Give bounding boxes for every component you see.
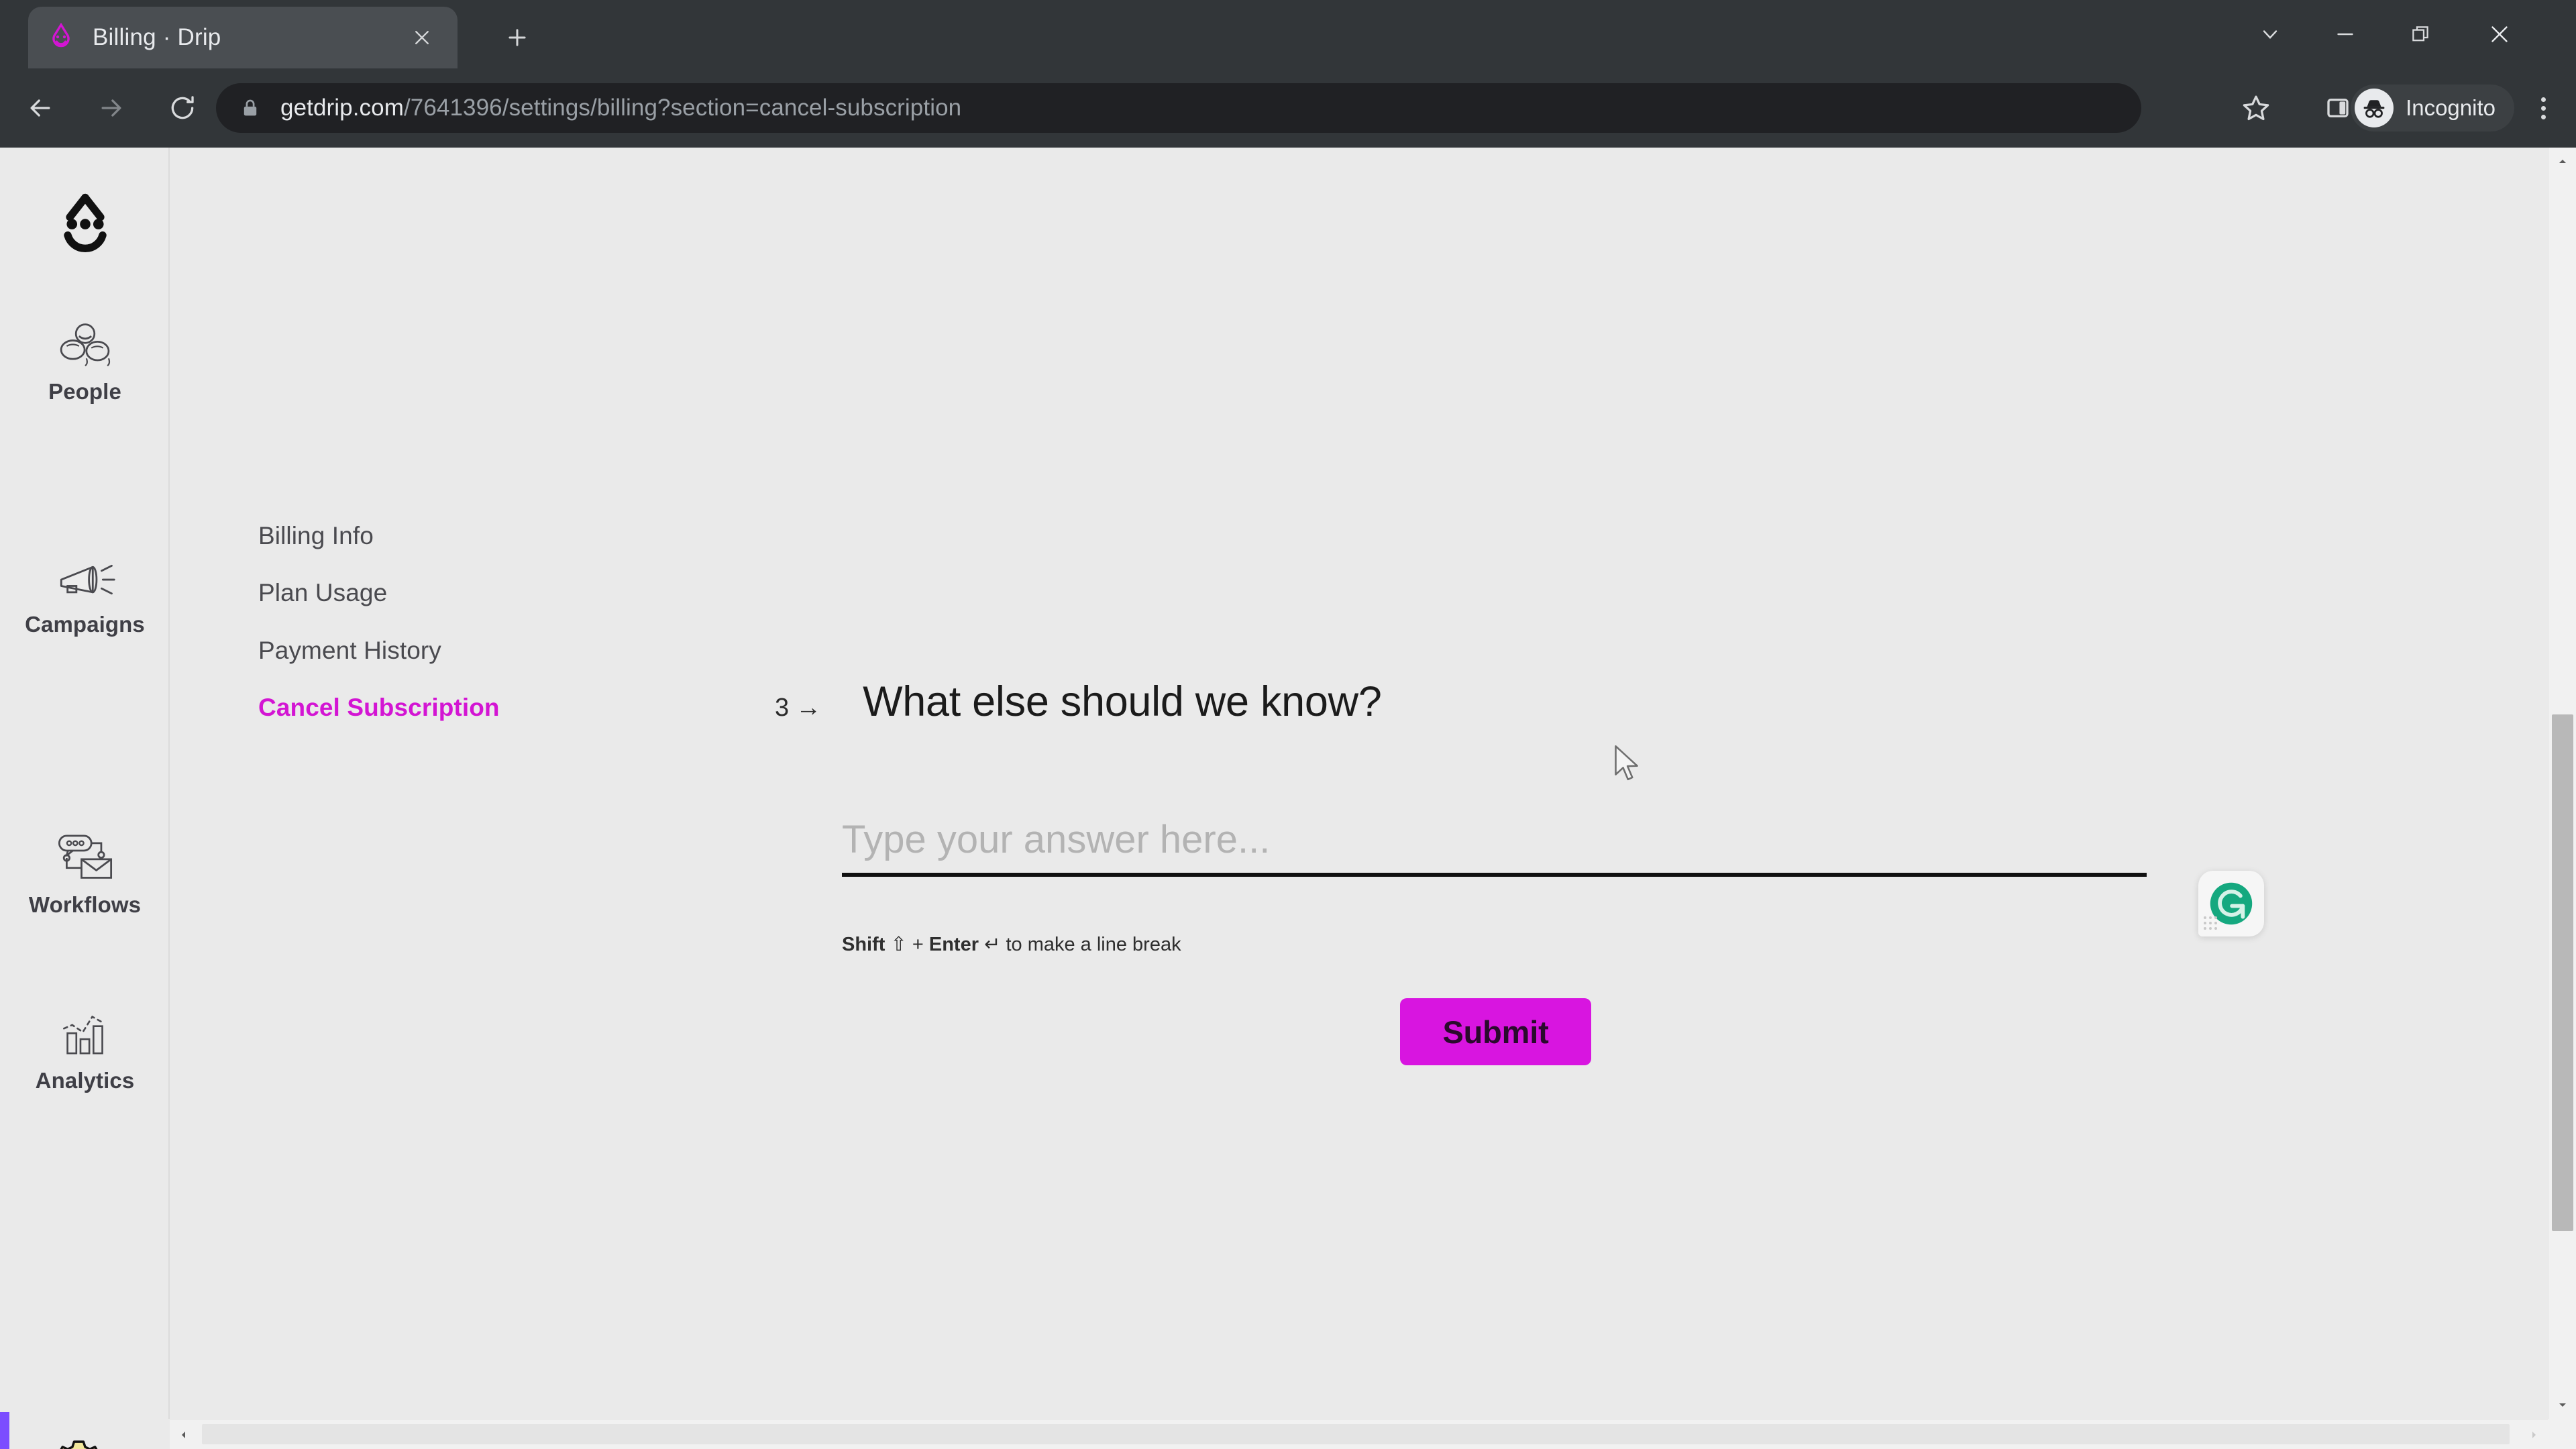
url-text: getdrip.com/7641396/settings/billing?sec…	[280, 95, 961, 121]
url-domain: getdrip.com	[280, 95, 404, 121]
shift-key-icon: ⇧	[890, 934, 907, 955]
sidebar-active-indicator	[0, 1412, 9, 1449]
maximize-restore-button[interactable]	[2383, 7, 2458, 62]
forward-button[interactable]	[80, 77, 142, 139]
bar-chart-icon	[56, 1001, 115, 1059]
survey-question-block: 3 → What else should we know?	[775, 678, 2184, 726]
arrow-left-icon	[30, 99, 50, 117]
window-close-button[interactable]	[2462, 7, 2537, 62]
caret-up-icon[interactable]	[2548, 148, 2576, 176]
sidebar-item-campaigns[interactable]: Campaigns	[0, 545, 170, 637]
hint-tail-text: to make a line break	[1006, 934, 1181, 955]
answer-input[interactable]	[842, 815, 2147, 877]
close-icon[interactable]	[404, 19, 440, 56]
arrow-right-icon	[101, 99, 121, 117]
hint-plus: +	[912, 934, 924, 955]
minimize-button[interactable]	[2308, 7, 2383, 62]
sidebar-item-label: Workflows	[28, 892, 142, 917]
question-row: 3 → What else should we know?	[775, 678, 2184, 726]
tab-search-button[interactable]	[2233, 7, 2308, 62]
bookmark-star-icon[interactable]	[2237, 89, 2275, 127]
profile-chip[interactable]: Incognito	[2351, 85, 2514, 131]
horizontal-scrollbar[interactable]	[170, 1419, 2548, 1449]
three-dot-menu-icon[interactable]	[2522, 87, 2564, 129]
line-break-hint: Shift ⇧ + Enter ↵ to make a line break	[842, 932, 1181, 956]
submit-button[interactable]: Submit	[1400, 998, 1591, 1065]
gear-icon	[54, 1436, 116, 1449]
mouse-cursor	[1612, 743, 1642, 784]
sidebar-item-analytics[interactable]: Analytics	[0, 1001, 170, 1093]
sidebar-item-label: People	[48, 379, 121, 404]
incognito-icon	[2355, 89, 2394, 127]
browser-tab[interactable]: Billing · Drip	[28, 7, 458, 68]
sidebar-item-label: Analytics	[35, 1068, 135, 1093]
hint-enter-label: Enter	[928, 934, 979, 955]
question-number: 3	[775, 694, 790, 722]
scrollbar-corner	[2548, 1419, 2576, 1449]
reload-icon	[171, 96, 194, 119]
tab-title: Billing · Drip	[93, 24, 221, 50]
question-text: What else should we know?	[863, 678, 1382, 725]
caret-left-icon[interactable]	[170, 1419, 198, 1449]
sidebar-item-people[interactable]: People	[0, 312, 170, 405]
address-bar[interactable]: getdrip.com/7641396/settings/billing?sec…	[216, 83, 2141, 133]
url-path: /7641396/settings/billing?section=cancel…	[403, 95, 962, 121]
enter-key-icon: ↵	[984, 934, 1001, 955]
back-button[interactable]	[9, 77, 71, 139]
chevron-down-icon	[2263, 30, 2277, 40]
sidebar-item-label: Campaigns	[25, 612, 145, 637]
vertical-scrollbar-thumb[interactable]	[2552, 714, 2573, 1231]
tab-strip: Billing · Drip	[0, 0, 2576, 68]
profile-label: Incognito	[2406, 95, 2496, 120]
minimize-icon	[2337, 33, 2353, 36]
caret-down-icon[interactable]	[2548, 1391, 2576, 1419]
page-viewport: People Campaigns Workflows Analytics Bil…	[0, 148, 2576, 1449]
drip-drop-icon	[46, 22, 76, 53]
arrow-right-icon: →	[796, 694, 822, 722]
caret-right-icon[interactable]	[2520, 1419, 2548, 1449]
plus-icon	[508, 29, 526, 46]
workflow-icon	[54, 825, 116, 883]
subnav-item-cancel-subscription[interactable]: Cancel Subscription	[258, 692, 540, 723]
browser-window: Billing · Drip getdrip.com/7641396/setti…	[0, 0, 2576, 1449]
vertical-scrollbar[interactable]	[2548, 148, 2576, 1419]
billing-subnav: Billing Info Plan Usage Payment History …	[258, 520, 540, 749]
reload-button[interactable]	[152, 77, 213, 139]
subnav-item-billing-info[interactable]: Billing Info	[258, 520, 540, 551]
app-sidebar: People Campaigns Workflows Analytics	[0, 148, 170, 1449]
grammarly-drag-dots[interactable]	[2204, 916, 2218, 931]
browser-toolbar: getdrip.com/7641396/settings/billing?sec…	[0, 68, 2576, 148]
close-icon	[2491, 26, 2508, 42]
lock-icon	[239, 95, 262, 121]
subnav-item-plan-usage[interactable]: Plan Usage	[258, 577, 540, 608]
horizontal-scrollbar-thumb[interactable]	[202, 1424, 2510, 1444]
drip-logo-icon[interactable]	[0, 188, 170, 258]
restore-window-icon	[2412, 26, 2428, 42]
megaphone-icon	[54, 545, 117, 602]
sidebar-item-settings[interactable]: Settings	[0, 1436, 170, 1449]
people-icon	[54, 312, 116, 370]
new-tab-button[interactable]	[493, 13, 541, 62]
subnav-item-payment-history[interactable]: Payment History	[258, 635, 540, 666]
grammarly-icon[interactable]	[2198, 871, 2264, 936]
sidebar-item-workflows[interactable]: Workflows	[0, 825, 170, 918]
hint-shift-label: Shift	[842, 934, 885, 955]
answer-field-wrapper	[842, 815, 2147, 877]
